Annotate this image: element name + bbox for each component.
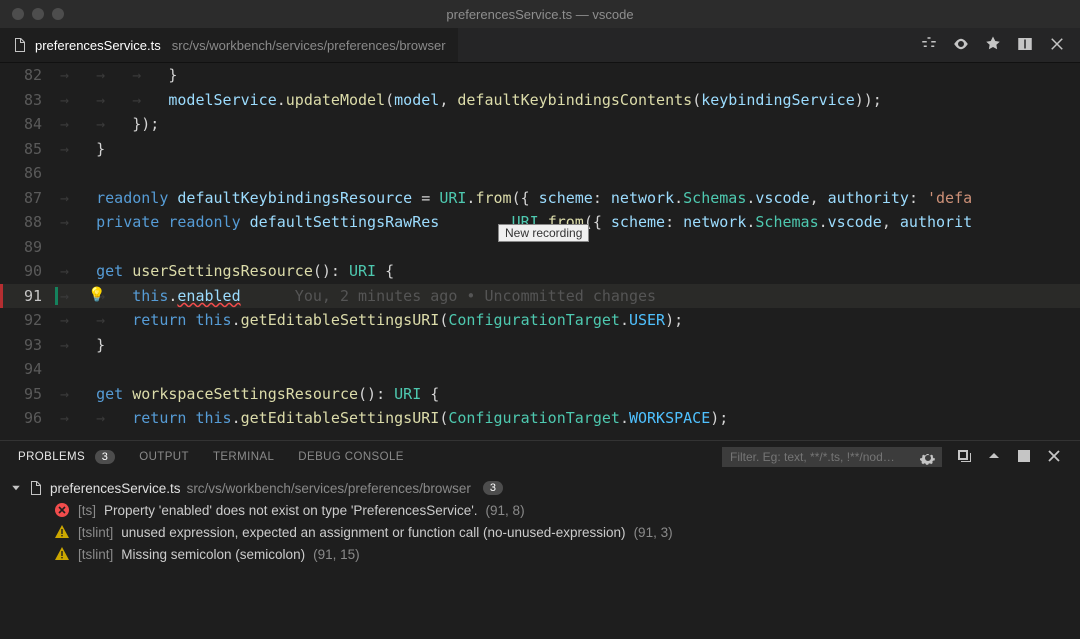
code-line[interactable]: 83→ → → modelService.updateModel(model, … bbox=[0, 88, 1080, 113]
line-number: 84 bbox=[0, 115, 60, 133]
tab-problems-label: PROBLEMS bbox=[18, 451, 85, 463]
tab-terminal[interactable]: TERMINAL bbox=[213, 451, 274, 463]
bottom-panel: PROBLEMS 3 OUTPUT TERMINAL DEBUG CONSOLE… bbox=[0, 440, 1080, 639]
window-title: preferencesService.ts — vscode bbox=[0, 7, 1080, 22]
line-content: → } bbox=[60, 336, 1080, 354]
run-icon[interactable] bbox=[984, 35, 1002, 56]
collapse-all-icon[interactable] bbox=[956, 448, 972, 467]
line-number: 86 bbox=[0, 164, 60, 182]
line-number: 82 bbox=[0, 66, 60, 84]
error-icon bbox=[54, 502, 70, 518]
problem-location: (91, 3) bbox=[634, 525, 673, 540]
warning-icon bbox=[54, 524, 70, 540]
problem-message: Missing semicolon (semicolon) bbox=[121, 547, 305, 562]
line-number: 94 bbox=[0, 360, 60, 378]
editor-tabbar: preferencesService.ts src/vs/workbench/s… bbox=[0, 28, 1080, 63]
filter-settings-icon[interactable] bbox=[920, 450, 936, 466]
problem-source: [tslint] bbox=[78, 547, 113, 562]
problem-location: (91, 15) bbox=[313, 547, 360, 562]
line-content: → readonly defaultKeybindingsResource = … bbox=[60, 189, 1080, 207]
compare-icon[interactable] bbox=[920, 35, 938, 56]
code-line[interactable]: 94 bbox=[0, 357, 1080, 382]
line-content: → get userSettingsResource(): URI { bbox=[60, 262, 1080, 280]
code-line[interactable]: 87→ readonly defaultKeybindingsResource … bbox=[0, 186, 1080, 211]
hover-tooltip: New recording bbox=[498, 224, 589, 242]
lightbulb-icon[interactable]: 💡 bbox=[88, 287, 105, 303]
line-number: 95 bbox=[0, 385, 60, 403]
problem-source: [tslint] bbox=[78, 525, 113, 540]
split-editor-icon[interactable] bbox=[1016, 35, 1034, 56]
problems-filter-input[interactable] bbox=[722, 447, 942, 467]
line-number: 85 bbox=[0, 140, 60, 158]
chevron-down-icon bbox=[10, 482, 22, 494]
line-number: 96 bbox=[0, 409, 60, 427]
window-titlebar: preferencesService.ts — vscode bbox=[0, 0, 1080, 28]
show-source-icon[interactable] bbox=[952, 35, 970, 56]
more-actions-icon[interactable] bbox=[1048, 35, 1066, 56]
code-line[interactable]: 96→ → return this.getEditableSettingsURI… bbox=[0, 406, 1080, 431]
line-content: → → return this.getEditableSettingsURI(C… bbox=[60, 409, 1080, 427]
line-number: 93 bbox=[0, 336, 60, 354]
problems-list: preferencesService.ts src/vs/workbench/s… bbox=[0, 473, 1080, 639]
code-line[interactable]: 95→ get workspaceSettingsResource(): URI… bbox=[0, 382, 1080, 407]
file-icon bbox=[12, 37, 28, 53]
code-line[interactable]: 90→ get userSettingsResource(): URI { bbox=[0, 259, 1080, 284]
code-line[interactable]: 91→ → this.enabled You, 2 minutes ago • … bbox=[0, 284, 1080, 309]
line-number: 83 bbox=[0, 91, 60, 109]
problems-file-count: 3 bbox=[483, 481, 503, 495]
maximize-panel-icon[interactable] bbox=[1016, 448, 1032, 467]
problem-item[interactable]: [tslint] unused expression, expected an a… bbox=[10, 521, 1070, 543]
line-number: 89 bbox=[0, 238, 60, 256]
problems-filter bbox=[722, 447, 942, 467]
line-number: 87 bbox=[0, 189, 60, 207]
line-number: 92 bbox=[0, 311, 60, 329]
chevron-up-icon[interactable] bbox=[986, 448, 1002, 467]
code-line[interactable]: 85→ } bbox=[0, 137, 1080, 162]
problem-item[interactable]: [ts] Property 'enabled' does not exist on… bbox=[10, 499, 1070, 521]
problems-count-badge: 3 bbox=[95, 450, 116, 464]
code-line[interactable]: 86 bbox=[0, 161, 1080, 186]
problem-location: (91, 8) bbox=[486, 503, 525, 518]
code-editor[interactable]: 82→ → → }83→ → → modelService.updateMode… bbox=[0, 63, 1080, 440]
problem-message: Property 'enabled' does not exist on typ… bbox=[104, 503, 478, 518]
code-line[interactable]: 92→ → return this.getEditableSettingsURI… bbox=[0, 308, 1080, 333]
problem-item[interactable]: [tslint] Missing semicolon (semicolon) (91… bbox=[10, 543, 1070, 565]
tab-output[interactable]: OUTPUT bbox=[139, 451, 189, 463]
panel-tabs: PROBLEMS 3 OUTPUT TERMINAL DEBUG CONSOLE bbox=[0, 441, 1080, 473]
code-line[interactable]: 82→ → → } bbox=[0, 63, 1080, 88]
line-number: 88 bbox=[0, 213, 60, 231]
close-panel-icon[interactable] bbox=[1046, 448, 1062, 467]
problems-file-name: preferencesService.ts bbox=[50, 481, 181, 496]
line-content: → } bbox=[60, 140, 1080, 158]
tab-problems[interactable]: PROBLEMS 3 bbox=[18, 451, 115, 463]
line-content: → → return this.getEditableSettingsURI(C… bbox=[60, 311, 1080, 329]
line-content: → → → modelService.updateModel(model, de… bbox=[60, 91, 1080, 109]
line-number: 90 bbox=[0, 262, 60, 280]
line-number: 91 bbox=[0, 287, 60, 305]
file-icon bbox=[28, 480, 44, 496]
problems-file-row[interactable]: preferencesService.ts src/vs/workbench/s… bbox=[10, 477, 1070, 499]
code-line[interactable]: 93→ } bbox=[0, 333, 1080, 358]
line-content: → → }); bbox=[60, 115, 1080, 133]
line-content: → → → } bbox=[60, 66, 1080, 84]
warning-icon bbox=[54, 546, 70, 562]
problems-file-path: src/vs/workbench/services/preferences/br… bbox=[187, 481, 471, 496]
problem-message: unused expression, expected an assignmen… bbox=[121, 525, 625, 540]
line-content: → get workspaceSettingsResource(): URI { bbox=[60, 385, 1080, 403]
problem-source: [ts] bbox=[78, 503, 96, 518]
tab-debug-console[interactable]: DEBUG CONSOLE bbox=[298, 451, 404, 463]
editor-tab[interactable]: preferencesService.ts src/vs/workbench/s… bbox=[0, 28, 458, 62]
code-line[interactable]: 84→ → }); bbox=[0, 112, 1080, 137]
tab-filepath: src/vs/workbench/services/preferences/br… bbox=[172, 38, 446, 53]
editor-toolbar bbox=[920, 35, 1080, 56]
tab-filename: preferencesService.ts bbox=[35, 38, 161, 53]
line-content: → → this.enabled You, 2 minutes ago • Un… bbox=[60, 287, 1080, 305]
